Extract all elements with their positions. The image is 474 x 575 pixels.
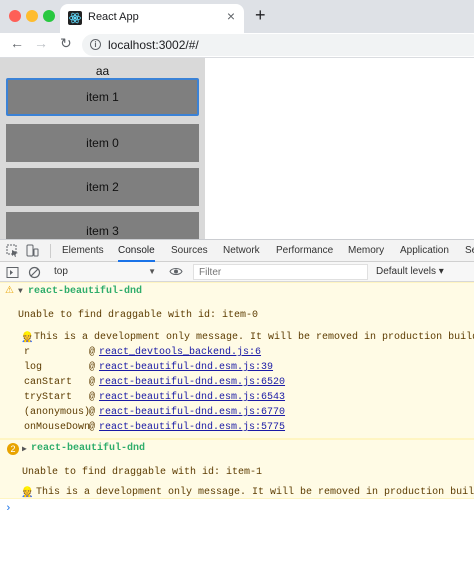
console-warning: ⚠ ▼ react-beautiful-dnd Unable to find d… — [0, 282, 474, 439]
console-output: ⚠ ▼ react-beautiful-dnd Unable to find d… — [0, 282, 474, 575]
page-viewport: aa item 1 item 0 item 2 item 3 — [0, 58, 474, 239]
info-icon[interactable]: i — [90, 39, 101, 50]
draggable-item[interactable]: item 2 — [6, 168, 199, 206]
stack-source-link[interactable]: react_devtools_backend.js:6 — [99, 347, 261, 358]
stack-at: @ — [89, 377, 96, 388]
console-prompt[interactable]: › — [5, 503, 12, 515]
droppable-list: aa item 1 item 0 item 2 item 3 — [0, 58, 205, 239]
devtools-tab-bar: Elements Console Sources Network Perform… — [0, 240, 474, 262]
sidebar-toggle-icon[interactable] — [6, 266, 19, 279]
tab-performance[interactable]: Performance — [276, 240, 333, 262]
stack-source-link[interactable]: react-beautiful-dnd.esm.js:6770 — [99, 407, 285, 418]
draggable-item[interactable]: item 3 — [6, 212, 199, 239]
minimize-window-button[interactable] — [26, 10, 38, 22]
warning-text: Unable to find draggable with id: item-0 — [18, 310, 259, 321]
stack-function: onMouseDown — [24, 422, 91, 433]
stack-source-link[interactable]: react-beautiful-dnd.esm.js:6520 — [99, 377, 285, 388]
url-text[interactable]: localhost:3002/#/ — [108, 38, 199, 52]
stack-function: (anonymous) — [24, 407, 91, 418]
stack-at: @ — [89, 422, 96, 433]
zoom-window-button[interactable] — [43, 10, 55, 22]
reload-button[interactable]: ↻ — [60, 36, 72, 50]
context-value: top — [54, 266, 68, 277]
stack-function: canStart — [24, 377, 73, 388]
device-toolbar-icon[interactable] — [26, 244, 39, 257]
stack-at: @ — [89, 407, 96, 418]
group-label[interactable]: react-beautiful-dnd — [28, 286, 142, 297]
clear-console-icon[interactable] — [28, 266, 41, 279]
log-levels-dropdown[interactable]: Default levels ▾ — [376, 264, 444, 280]
draggable-item[interactable]: item 0 — [6, 124, 199, 162]
person-icon: 👷 — [21, 488, 34, 499]
browser-tab[interactable]: React App × — [60, 4, 244, 33]
inspect-element-icon[interactable] — [6, 244, 19, 257]
tab-application[interactable]: Application — [400, 240, 449, 262]
stack-function: log — [24, 362, 43, 373]
tab-elements[interactable]: Elements — [62, 240, 104, 262]
list-title: aa — [95, 64, 110, 78]
filter-input[interactable] — [193, 264, 368, 280]
address-bar[interactable]: i localhost:3002/#/ — [82, 34, 474, 56]
devtools-panel: Elements Console Sources Network Perform… — [0, 239, 474, 575]
back-button[interactable]: ← — [10, 36, 24, 50]
browser-window: React App × + ← → ↻ i localhost:3002/#/ … — [0, 0, 474, 575]
tab-console[interactable]: Console — [118, 240, 155, 262]
react-logo-icon — [68, 11, 82, 25]
tab-security[interactable]: Se — [465, 240, 474, 262]
stack-function: r — [24, 347, 31, 358]
person-icon: 👷 — [21, 333, 34, 344]
tab-sources[interactable]: Sources — [171, 240, 208, 262]
tab-memory[interactable]: Memory — [348, 240, 384, 262]
toolbar-divider — [50, 244, 51, 258]
browser-toolbar: ← → ↻ i localhost:3002/#/ — [0, 33, 474, 58]
stack-function: tryStart — [24, 392, 73, 403]
dev-note: This is a development only message. It w… — [34, 332, 474, 343]
tab-title: React App — [88, 11, 139, 23]
context-selector[interactable]: top ▼ — [50, 264, 160, 280]
forward-button[interactable]: → — [34, 36, 48, 50]
stack-source-link[interactable]: react-beautiful-dnd.esm.js:6543 — [99, 392, 285, 403]
stack-source-link[interactable]: react-beautiful-dnd.esm.js:39 — [99, 362, 273, 373]
caret-down-icon: ▼ — [18, 287, 23, 296]
close-window-button[interactable] — [9, 10, 21, 22]
warning-icon: ⚠ — [5, 285, 14, 296]
stack-at: @ — [89, 362, 96, 373]
warning-text: Unable to find draggable with id: item-1 — [22, 467, 263, 478]
stack-source-link[interactable]: react-beautiful-dnd.esm.js:5775 — [99, 422, 285, 433]
tab-network[interactable]: Network — [223, 240, 260, 262]
console-toolbar: top ▼ Default levels ▾ — [0, 262, 474, 282]
tab-bar: React App × + — [0, 0, 474, 33]
repeat-count-badge: 2 — [7, 443, 19, 455]
stack-at: @ — [89, 347, 96, 358]
caret-down-icon: ▼ — [148, 267, 156, 276]
caret-right-icon: ▶ — [22, 445, 27, 454]
stack-at: @ — [89, 392, 96, 403]
close-icon[interactable]: × — [227, 9, 235, 23]
dev-note: This is a development only message. It w… — [36, 487, 474, 498]
console-warning: 2 ▶ react-beautiful-dnd Unable to find d… — [0, 439, 474, 499]
expand-group-toggle[interactable]: ▼ — [18, 286, 23, 297]
group-label[interactable]: react-beautiful-dnd — [31, 443, 145, 454]
expand-group-toggle[interactable]: ▶ — [22, 444, 27, 455]
eye-icon[interactable] — [169, 266, 183, 277]
draggable-item[interactable]: item 1 — [6, 78, 199, 116]
new-tab-button[interactable]: + — [255, 6, 266, 24]
